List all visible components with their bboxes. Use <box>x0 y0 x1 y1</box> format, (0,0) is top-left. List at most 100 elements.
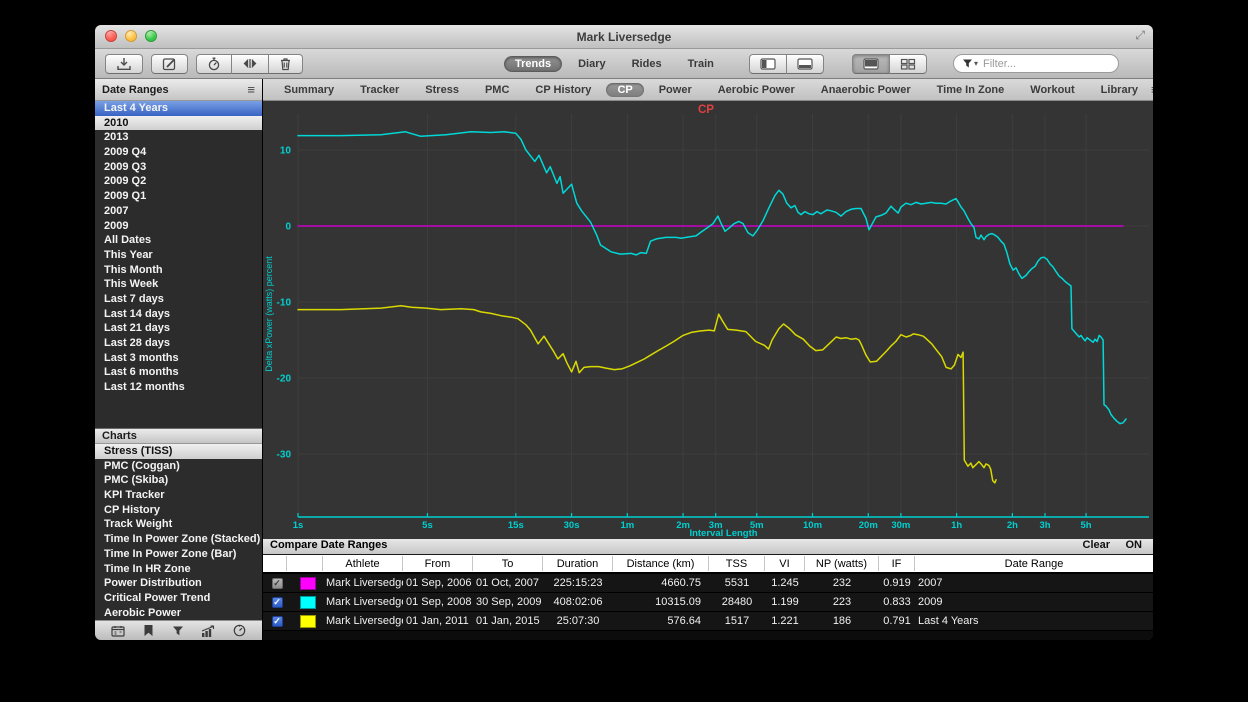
tab-cp-history[interactable]: CP History <box>522 82 604 98</box>
content-area: SummaryTrackerStressPMCCP HistoryCPPower… <box>263 79 1153 640</box>
col-header-np-watts: NP (watts) <box>805 556 879 571</box>
calendar-icon[interactable] <box>111 625 125 637</box>
tab-stress[interactable]: Stress <box>412 82 472 98</box>
tabbed-view-button[interactable] <box>852 54 890 74</box>
series-color-swatch <box>300 577 316 590</box>
tab-pmc[interactable]: PMC <box>472 82 522 98</box>
daterange-last-6-months[interactable]: Last 6 months <box>95 365 262 380</box>
title-bar[interactable]: Mark Liversedge ⤢ <box>95 25 1153 49</box>
chart-item-time-in-power-zone-stacked[interactable]: Time In Power Zone (Stacked) <box>95 532 262 547</box>
chart-item-critical-power-trend[interactable]: Critical Power Trend <box>95 591 262 606</box>
daterange-last-21-days[interactable]: Last 21 days <box>95 321 262 336</box>
tab-workout[interactable]: Workout <box>1017 82 1087 98</box>
view-tab-trends[interactable]: Trends <box>504 56 562 72</box>
daterange-last-12-months[interactable]: Last 12 months <box>95 380 262 395</box>
daterange-2009[interactable]: 2009 <box>95 219 262 234</box>
import-button[interactable] <box>105 54 143 74</box>
chart-item-time-in-power-zone-bar[interactable]: Time In Power Zone (Bar) <box>95 547 262 562</box>
chart-item-cp-history[interactable]: CP History <box>95 503 262 518</box>
tab-anaerobic-power[interactable]: Anaerobic Power <box>808 82 924 98</box>
tiled-view-button[interactable] <box>890 54 927 74</box>
cell-tss: 5531 <box>709 574 765 592</box>
svg-text:3h: 3h <box>1039 520 1050 531</box>
chart-item-kpi-tracker[interactable]: KPI Tracker <box>95 488 262 503</box>
date-ranges-menu-icon[interactable]: ≡ <box>247 85 255 95</box>
filter-input[interactable] <box>981 57 1110 71</box>
fullscreen-icon[interactable]: ⤢ <box>1135 28 1145 43</box>
daterange-2009-q1[interactable]: 2009 Q1 <box>95 189 262 204</box>
tab-summary[interactable]: Summary <box>271 82 347 98</box>
cell-distance: 576.64 <box>613 612 709 630</box>
cell-duration: 408:02:06 <box>543 593 613 611</box>
tab-time-in-zone[interactable]: Time In Zone <box>924 82 1018 98</box>
daterange-all-dates[interactable]: All Dates <box>95 233 262 248</box>
timer-button[interactable] <box>196 54 232 74</box>
chart-item-stress-tiss[interactable]: Stress (TISS) <box>95 444 262 459</box>
lowbar-toggle-button[interactable] <box>787 54 824 74</box>
col-header-to: To <box>473 556 543 571</box>
daterange-2009-q4[interactable]: 2009 Q4 <box>95 145 262 160</box>
view-tab-diary[interactable]: Diary <box>568 56 616 72</box>
daterange-last-14-days[interactable]: Last 14 days <box>95 307 262 322</box>
tabbar-menu-icon[interactable]: ≡ <box>1151 85 1153 95</box>
window-controls <box>105 30 157 42</box>
col-header-1 <box>287 556 323 571</box>
split-button[interactable] <box>232 54 269 74</box>
close-button[interactable] <box>105 30 117 42</box>
cell-vi: 1.221 <box>765 612 805 630</box>
svg-text:1m: 1m <box>620 520 634 531</box>
view-tab-train[interactable]: Train <box>678 56 724 72</box>
daterange-last-28-days[interactable]: Last 28 days <box>95 336 262 351</box>
checkbox-cell: ✓ <box>263 612 287 630</box>
tab-library[interactable]: Library <box>1088 82 1151 98</box>
sidebar-toggle-button[interactable] <box>749 54 787 74</box>
col-header-vi: VI <box>765 556 805 571</box>
daterange-2007[interactable]: 2007 <box>95 204 262 219</box>
gauge-icon[interactable] <box>233 624 246 637</box>
daterange-last-4-years[interactable]: Last 4 Years <box>95 101 262 116</box>
daterange-last-7-days[interactable]: Last 7 days <box>95 292 262 307</box>
cp-chart[interactable]: 1s5s15s30s1m2m3m5m10m20m30m1h2h3h5h100-1… <box>263 101 1153 535</box>
daterange-this-month[interactable]: This Month <box>95 263 262 278</box>
chart-item-pmc-skiba[interactable]: PMC (Skiba) <box>95 473 262 488</box>
svg-text:CP: CP <box>698 104 714 116</box>
cp-chart-canvas: 1s5s15s30s1m2m3m5m10m20m30m1h2h3h5h100-1… <box>263 101 1153 539</box>
daterange-2009-q3[interactable]: 2009 Q3 <box>95 160 262 175</box>
desktop: { "window": { "title": "Mark Liversedge"… <box>0 0 1248 702</box>
daterange-last-3-months[interactable]: Last 3 months <box>95 351 262 366</box>
compare-row-checkbox[interactable]: ✓ <box>272 578 283 589</box>
daterange-this-year[interactable]: This Year <box>95 248 262 263</box>
compare-row-checkbox[interactable]: ✓ <box>272 616 283 627</box>
funnel-caret-icon[interactable]: ▾ <box>974 59 978 68</box>
clear-button[interactable]: Clear <box>1083 539 1110 551</box>
compare-row-checkbox[interactable]: ✓ <box>272 597 283 608</box>
daterange-2009-q2[interactable]: 2009 Q2 <box>95 174 262 189</box>
chart-item-track-weight[interactable]: Track Weight <box>95 517 262 532</box>
filter-funnel-icon[interactable] <box>172 625 184 637</box>
compose-button[interactable] <box>151 54 188 74</box>
chart-item-power-distribution[interactable]: Power Distribution <box>95 576 262 591</box>
tab-cp[interactable]: CP <box>606 83 643 97</box>
tab-tracker[interactable]: Tracker <box>347 82 412 98</box>
cell-if: 0.919 <box>879 574 915 592</box>
view-tab-rides[interactable]: Rides <box>622 56 672 72</box>
bookmark-icon[interactable] <box>143 624 154 637</box>
chart-item-time-in-hr-zone[interactable]: Time In HR Zone <box>95 562 262 577</box>
daterange-this-week[interactable]: This Week <box>95 277 262 292</box>
zoom-button[interactable] <box>145 30 157 42</box>
filter-field[interactable]: ▾ <box>953 54 1119 73</box>
daterange-2010[interactable]: 2010 <box>95 116 262 131</box>
on-toggle[interactable]: ON <box>1126 539 1143 551</box>
delete-button[interactable] <box>269 54 303 74</box>
bar-chart-icon[interactable] <box>201 625 215 637</box>
minimize-button[interactable] <box>125 30 137 42</box>
tab-power[interactable]: Power <box>646 82 705 98</box>
checkbox-cell: ✓ <box>263 574 287 592</box>
sidebar-footer-toolbar <box>95 620 262 640</box>
daterange-2013[interactable]: 2013 <box>95 130 262 145</box>
tab-aerobic-power[interactable]: Aerobic Power <box>705 82 808 98</box>
svg-text:1h: 1h <box>951 520 962 531</box>
series-color-swatch <box>300 596 316 609</box>
chart-item-pmc-coggan[interactable]: PMC (Coggan) <box>95 459 262 474</box>
chart-item-aerobic-power[interactable]: Aerobic Power <box>95 606 262 620</box>
